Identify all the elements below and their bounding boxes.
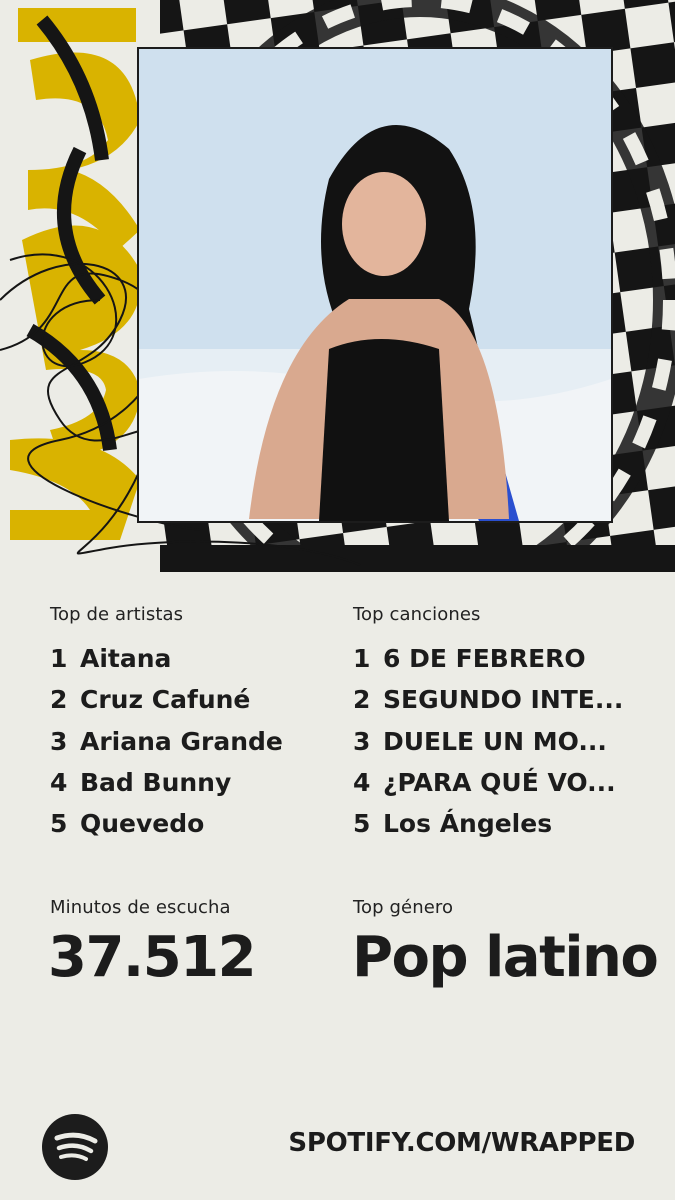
spotify-logo-icon[interactable] xyxy=(42,1114,108,1180)
list-item[interactable]: 5 Los Ángeles xyxy=(353,803,623,844)
top-songs-label: Top canciones xyxy=(353,604,481,625)
wrapped-url-link[interactable]: SPOTIFY.COM/WRAPPED xyxy=(288,1128,635,1158)
top-genre-label: Top género xyxy=(353,897,454,918)
list-item[interactable]: 1 Aitana xyxy=(50,638,283,679)
list-item[interactable]: 4 Bad Bunny xyxy=(50,762,283,803)
top-genre-value: Pop latino xyxy=(352,925,659,990)
list-item[interactable]: 3 DUELE UN MO... xyxy=(353,721,623,762)
top-artists-list: 1 Aitana 2 Cruz Cafuné 3 Ariana Grande 4 Bad… xyxy=(50,638,283,844)
list-item[interactable]: 16 DE FEBRERO xyxy=(353,638,623,679)
list-item[interactable]: 2 SEGUNDO INTE... xyxy=(353,679,623,720)
list-item[interactable]: 3 Ariana Grande xyxy=(50,721,283,762)
top-artists-label: Top de artistas xyxy=(50,604,184,625)
wrapped-hero-artwork xyxy=(0,0,675,572)
list-item[interactable]: 4 ¿PARA QUÉ VO... xyxy=(353,762,623,803)
list-item[interactable]: 2 Cruz Cafuné xyxy=(50,679,283,720)
top-artist-photo xyxy=(137,47,613,523)
top-songs-list: 16 DE FEBRERO 2 SEGUNDO INTE... 3 DUELE UN… xyxy=(353,638,623,844)
minutes-label: Minutos de escucha xyxy=(50,897,231,918)
minutes-value: 37.512 xyxy=(48,925,257,990)
list-item[interactable]: 5 Quevedo xyxy=(50,803,283,844)
